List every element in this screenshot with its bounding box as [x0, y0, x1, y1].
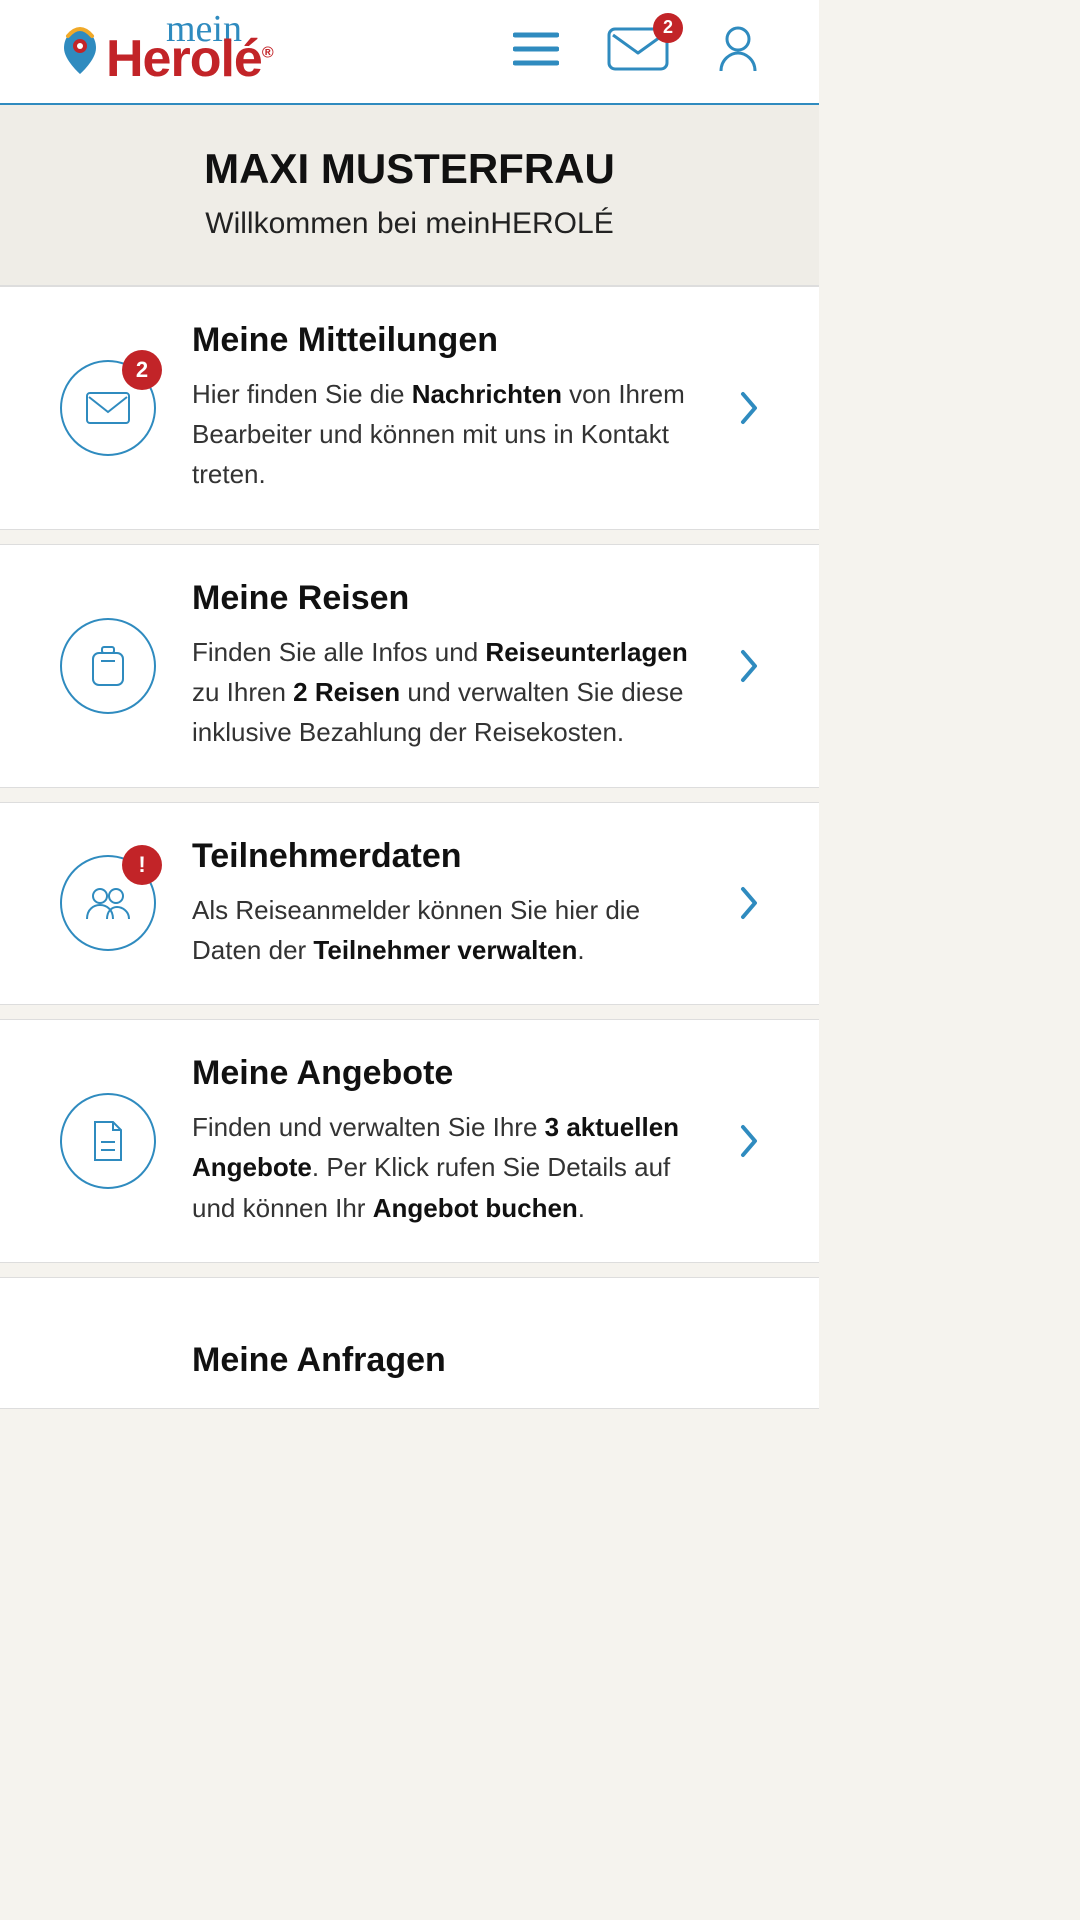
welcome-banner: MAXI MUSTERFRAU Willkommen bei meinHEROL… [0, 105, 819, 286]
suitcase-circle-icon [60, 618, 156, 714]
hamburger-icon [513, 31, 559, 67]
mitteilungen-badge: 2 [122, 350, 162, 390]
card-teilnehmerdaten[interactable]: ! Teilnehmerdaten Als Reiseanmelder könn… [0, 802, 819, 1006]
chevron-right-icon [739, 885, 759, 921]
card-reisen[interactable]: Meine Reisen Finden Sie alle Infos und R… [0, 544, 819, 788]
chevron-right-icon [739, 390, 759, 426]
location-pin-icon [60, 26, 100, 76]
welcome-subtitle: Willkommen bei meinHEROLÉ [20, 207, 799, 241]
card-title: Meine Reisen [192, 579, 703, 618]
card-description: Finden Sie alle Infos und Reiseunterlage… [192, 632, 703, 753]
inbox-badge: 2 [653, 13, 683, 43]
chevron-right-icon [739, 1123, 759, 1159]
card-description: Finden und verwalten Sie Ihre 3 aktuelle… [192, 1107, 703, 1228]
card-title: Meine Anfragen [192, 1341, 759, 1380]
card-anfragen[interactable]: Meine Anfragen [0, 1277, 819, 1409]
user-icon [717, 25, 759, 73]
card-title: Meine Angebote [192, 1054, 703, 1093]
document-circle-icon [60, 1093, 156, 1189]
logo-brand-text: Herolé® [106, 33, 273, 85]
brand-logo[interactable]: mein Herolé® [60, 18, 273, 85]
card-title: Meine Mitteilungen [192, 321, 703, 360]
envelope-circle-icon: 2 [60, 360, 156, 456]
card-description: Hier finden Sie die Nachrichten von Ihre… [192, 374, 703, 495]
profile-button[interactable] [717, 25, 759, 78]
chevron-right-icon [739, 648, 759, 684]
teilnehmer-alert-badge: ! [122, 845, 162, 885]
inbox-button[interactable]: 2 [607, 27, 669, 76]
app-header: mein Herolé® 2 [0, 0, 819, 105]
card-title: Teilnehmerdaten [192, 837, 703, 876]
menu-button[interactable] [513, 31, 559, 72]
people-circle-icon: ! [60, 855, 156, 951]
card-angebote[interactable]: Meine Angebote Finden und verwalten Sie … [0, 1019, 819, 1263]
card-description: Als Reiseanmelder können Sie hier die Da… [192, 890, 703, 971]
user-name-heading: MAXI MUSTERFRAU [20, 145, 799, 193]
card-mitteilungen[interactable]: 2 Meine Mitteilungen Hier finden Sie die… [0, 286, 819, 530]
